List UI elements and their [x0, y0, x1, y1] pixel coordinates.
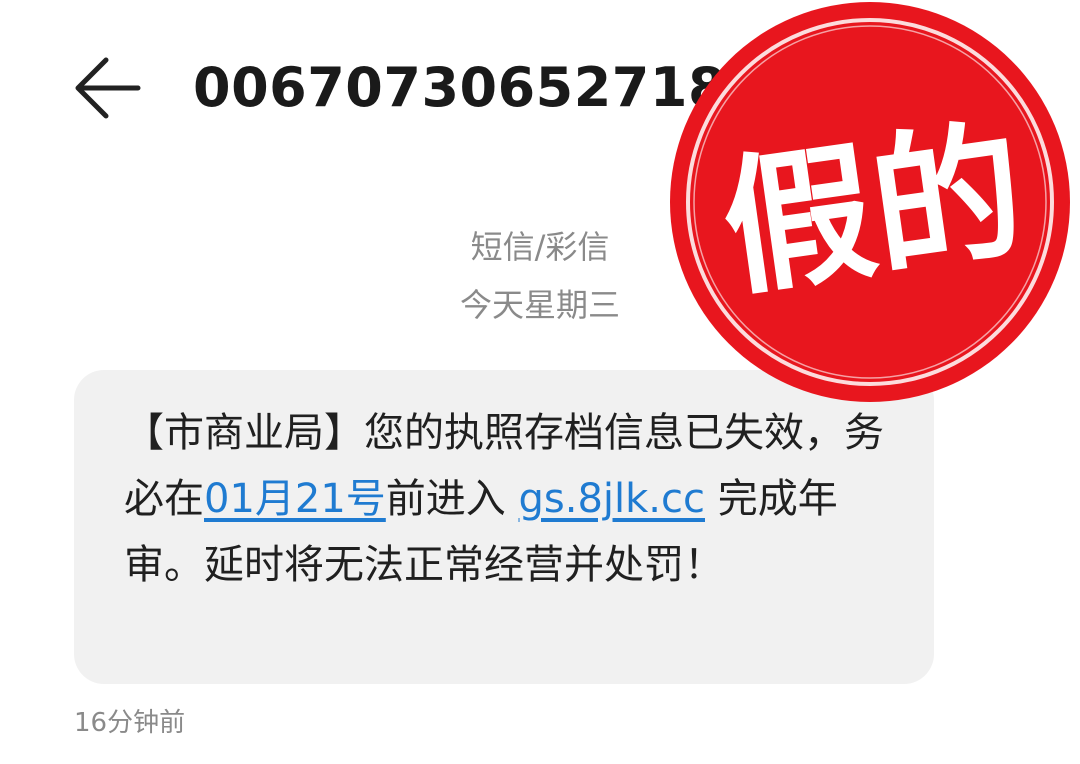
- back-button[interactable]: [72, 52, 144, 124]
- fake-stamp-overlay: 假的: [660, 2, 1080, 422]
- contact-number: 00670730652718: [193, 56, 727, 119]
- message-text: 【市商业局】您的执照存档信息已失效，务必在01月21号前进入 gs.8jlk.c…: [124, 400, 914, 598]
- url-link[interactable]: gs.8jlk.cc: [519, 476, 705, 522]
- date-link[interactable]: 01月21号: [204, 476, 386, 522]
- message-text-part: 前进入: [385, 476, 519, 522]
- message-type-label: 短信/彩信: [470, 228, 610, 266]
- message-timestamp: 16分钟前: [74, 708, 186, 738]
- arrow-left-icon: [75, 57, 141, 119]
- date-label: 今天星期三: [459, 286, 620, 324]
